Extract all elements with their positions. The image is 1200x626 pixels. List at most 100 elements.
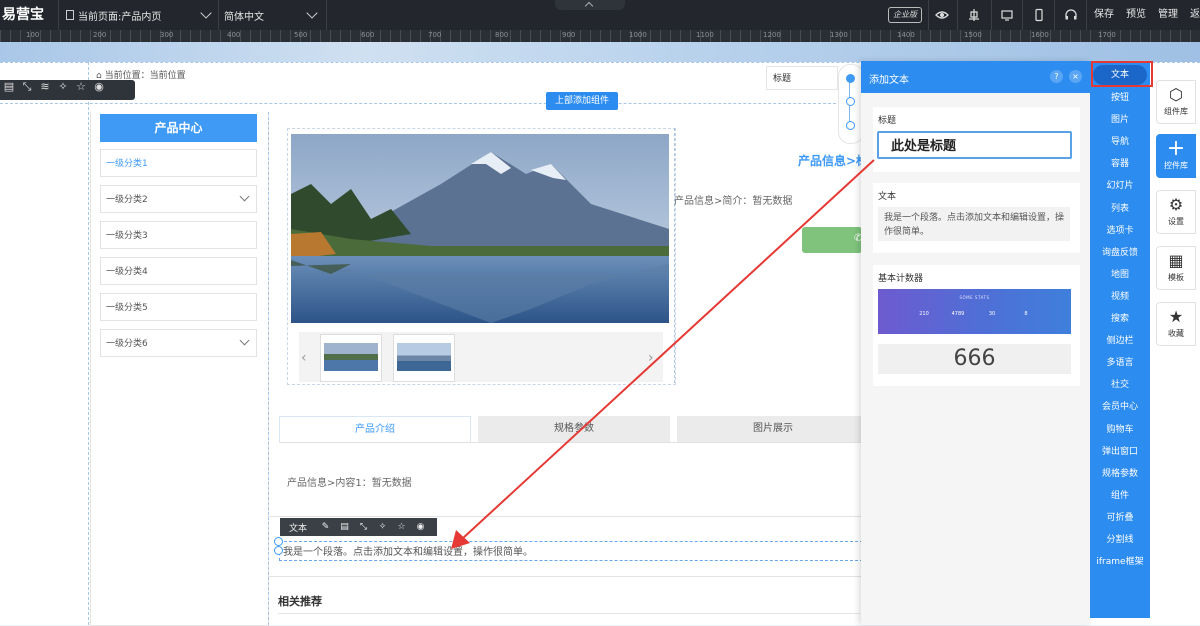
eye-icon[interactable]: [935, 8, 949, 22]
category-item-14[interactable]: 社交: [1090, 374, 1150, 396]
category-item-18[interactable]: 规格参数: [1090, 463, 1150, 485]
heading-sample[interactable]: 此处是标题: [877, 131, 1072, 159]
divider: [1022, 0, 1023, 30]
magic-icon[interactable]: ✧: [54, 80, 72, 93]
category-item-2[interactable]: 一级分类2: [100, 185, 257, 213]
layers-icon[interactable]: ≋: [36, 80, 54, 93]
divider: [268, 516, 861, 517]
save-button[interactable]: 保存: [1094, 0, 1114, 30]
mobile-icon[interactable]: [1032, 8, 1046, 22]
category-item-10[interactable]: 视频: [1090, 286, 1150, 308]
category-item-label: 一级分类1: [106, 159, 148, 169]
category-item-5[interactable]: 一级分类5: [100, 293, 257, 321]
category-item-1[interactable]: 一级分类1: [100, 149, 257, 177]
category-item-4[interactable]: 容器: [1090, 153, 1150, 175]
language-selector-label: 简体中文: [224, 11, 264, 23]
title-popover[interactable]: 标题: [766, 66, 838, 90]
counter-sample[interactable]: 666: [878, 344, 1071, 374]
section-border: [88, 62, 89, 625]
tab-images[interactable]: 图片展示: [677, 416, 869, 442]
rail-cube[interactable]: ⬡ 组件库: [1156, 80, 1196, 124]
paragraph-sample[interactable]: 我是一个段落。点击添加文本和编辑设置，操作很简单。: [878, 207, 1070, 241]
category-item-19[interactable]: 组件: [1090, 485, 1150, 507]
rail-grid[interactable]: ▦ 模板: [1156, 246, 1196, 290]
chevron-left-icon[interactable]: ‹: [301, 350, 307, 366]
category-item-20[interactable]: 可折叠: [1090, 507, 1150, 529]
manage-button[interactable]: 管理: [1158, 0, 1178, 30]
text-toolbar-label: 文本: [288, 523, 307, 534]
heading-card[interactable]: 标题 此处是标题: [873, 107, 1080, 172]
edit-icon[interactable]: ▤: [335, 522, 354, 532]
text-component-content[interactable]: 我是一个段落。点击添加文本和编辑设置，操作很简单。: [283, 543, 533, 558]
category-item-11[interactable]: 搜索: [1090, 308, 1150, 330]
category-item-7[interactable]: 选项卡: [1090, 220, 1150, 242]
product-main-image[interactable]: [291, 134, 669, 323]
star-icon[interactable]: ☆: [392, 522, 411, 532]
category-item-9[interactable]: 地图: [1090, 264, 1150, 286]
divider: [326, 0, 327, 30]
close-icon[interactable]: ×: [1069, 70, 1082, 83]
shrink-icon[interactable]: ⤡: [18, 80, 36, 94]
category-item-16[interactable]: 购物车: [1090, 419, 1150, 441]
category-item-6[interactable]: 一级分类6: [100, 329, 257, 357]
shrink-icon[interactable]: ⤡: [354, 522, 373, 532]
align-icon[interactable]: [967, 8, 981, 22]
category-item-21[interactable]: 分割线: [1090, 529, 1150, 551]
category-item-22[interactable]: iframe框架: [1090, 551, 1150, 573]
ruler-label: 400: [227, 31, 241, 39]
text-component-toolbar: 文本 ✎ ▤ ⤡ ✧ ☆ ◉: [280, 518, 437, 536]
tab-product-intro[interactable]: 产品介绍: [279, 416, 471, 443]
thumbnail-1[interactable]: [320, 334, 382, 382]
language-selector[interactable]: 简体中文: [222, 0, 322, 30]
thumbnail-2[interactable]: [393, 334, 455, 382]
rail-star[interactable]: ★ 收藏: [1156, 302, 1196, 346]
collapse-toolbar-button[interactable]: [555, 0, 625, 11]
eye-icon[interactable]: ◉: [411, 522, 430, 532]
app-logo[interactable]: 易营宝: [0, 0, 58, 30]
category-item-15[interactable]: 会员中心: [1090, 396, 1150, 418]
divider: [278, 613, 860, 614]
edit-icon[interactable]: ▤: [0, 80, 18, 93]
category-item-13[interactable]: 多语言: [1090, 352, 1150, 374]
ruler-label: 1300: [830, 31, 848, 39]
add-component-top-button[interactable]: 上部添加组件: [546, 92, 618, 110]
divider: [1086, 0, 1087, 30]
slider-dot[interactable]: [846, 121, 855, 130]
slider-dot-active[interactable]: [846, 74, 855, 83]
help-icon[interactable]: ?: [1050, 70, 1063, 83]
product-action-button[interactable]: ✆: [802, 227, 862, 253]
headset-icon[interactable]: [1064, 8, 1078, 22]
rail-gears[interactable]: ⚙ 设置: [1156, 190, 1196, 234]
category-item-5[interactable]: 幻灯片: [1090, 175, 1150, 197]
category-item-17[interactable]: 弹出窗口: [1090, 441, 1150, 463]
category-item-label: 一级分类6: [106, 339, 148, 349]
resize-handle[interactable]: [274, 537, 283, 546]
text-card[interactable]: 文本 我是一个段落。点击添加文本和编辑设置，操作很简单。: [873, 183, 1080, 253]
page-selector[interactable]: 当前页面:产品内页: [64, 0, 216, 30]
category-item-3[interactable]: 一级分类3: [100, 221, 257, 249]
desktop-icon[interactable]: [1000, 8, 1014, 22]
category-item-12[interactable]: 侧边栏: [1090, 330, 1150, 352]
back-button[interactable]: 返: [1190, 0, 1200, 30]
slider-dot[interactable]: [846, 97, 855, 106]
chevron-down-icon: [239, 335, 250, 346]
category-item-2[interactable]: 图片: [1090, 109, 1150, 131]
chevron-down-icon: [306, 7, 318, 19]
rail-plus[interactable]: + 控件库: [1156, 134, 1196, 178]
category-item-4[interactable]: 一级分类4: [100, 257, 257, 285]
magic-icon[interactable]: ✧: [373, 522, 392, 532]
eye-icon[interactable]: ◉: [90, 80, 108, 93]
category-item-3[interactable]: 导航: [1090, 131, 1150, 153]
counter-card[interactable]: 基本计数器 SOME STATS 210 4789 30 8 666: [873, 265, 1080, 386]
tab-specs[interactable]: 规格参数: [478, 416, 670, 442]
product-title: 产品信息>标: [798, 154, 869, 168]
counter-banner[interactable]: SOME STATS 210 4789 30 8: [878, 289, 1071, 334]
preview-button[interactable]: 预览: [1126, 0, 1146, 30]
category-item-8[interactable]: 询盘反馈: [1090, 242, 1150, 264]
category-item-1[interactable]: 按钮: [1090, 87, 1150, 109]
star-icon[interactable]: ☆: [72, 80, 90, 93]
chevron-right-icon[interactable]: ›: [648, 350, 654, 366]
category-item-6[interactable]: 列表: [1090, 198, 1150, 220]
pencil-icon[interactable]: ✎: [316, 522, 335, 532]
resize-handle[interactable]: [274, 546, 283, 555]
